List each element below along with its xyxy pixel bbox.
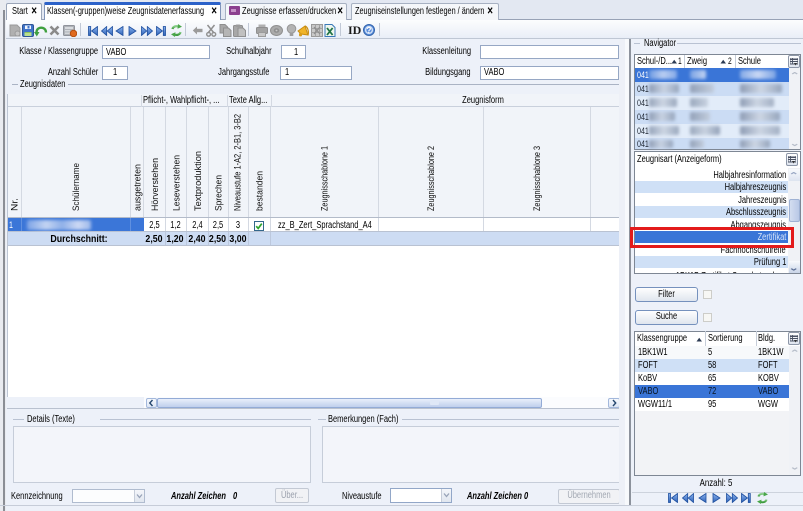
svg-text:Leseverstehen: Leseverstehen [171, 155, 182, 211]
svg-text:bestanden: bestanden [255, 171, 266, 211]
svg-text:Schülername: Schülername [71, 163, 82, 211]
svg-text:ausgetreten: ausgetreten [132, 164, 143, 211]
svg-text:?: ? [367, 26, 372, 35]
svg-text:Zeugnisschablone 3: Zeugnisschablone 3 [532, 146, 543, 211]
svg-text:Zeugnisschablone 2: Zeugnisschablone 2 [426, 146, 437, 211]
svg-text:Zeugnisschablone 1: Zeugnisschablone 1 [320, 146, 331, 211]
svg-text:Textproduktion: Textproduktion [193, 151, 204, 211]
svg-text:Nr.: Nr. [10, 198, 21, 211]
svg-text:Niveaustufe 1-A2, 2-B1, 3-B2: Niveaustufe 1-A2, 2-B1, 3-B2 [233, 114, 244, 211]
svg-text:Sprechen: Sprechen [214, 175, 225, 211]
svg-text:Hörverstehen: Hörverstehen [150, 158, 161, 211]
